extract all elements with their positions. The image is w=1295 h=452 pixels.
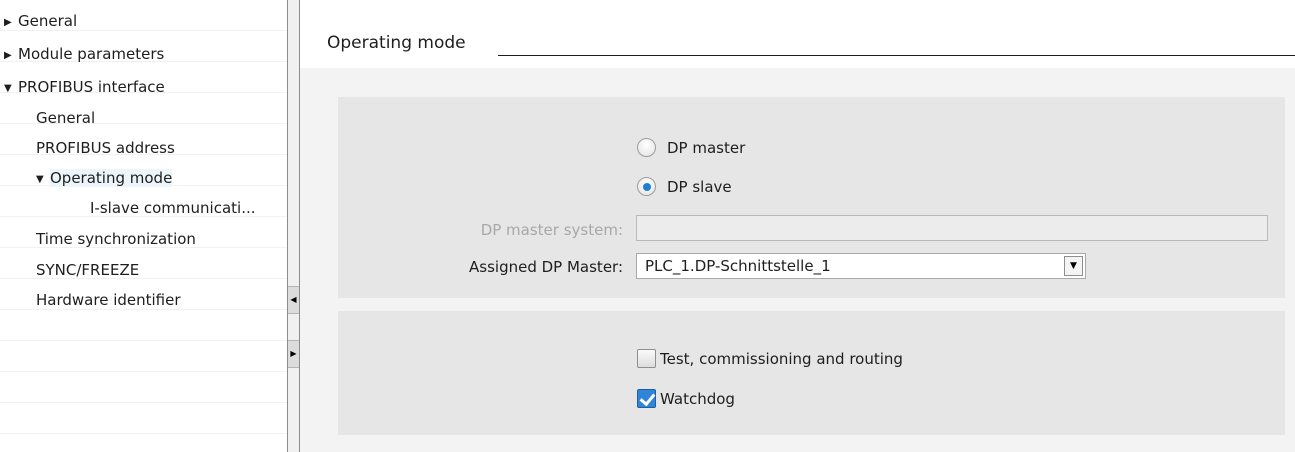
section-divider bbox=[498, 55, 1295, 56]
expand-right-icon[interactable]: ▶ bbox=[4, 42, 18, 70]
tree-item-profibus-interface[interactable]: ▼ PROFIBUS interface bbox=[4, 73, 165, 101]
tree-item-label: SYNC/FREEZE bbox=[36, 261, 140, 279]
tree-item-sync-freeze[interactable]: SYNC/FREEZE bbox=[36, 256, 139, 284]
tree-item-label: Hardware identifier bbox=[36, 291, 181, 309]
tree-item-label: I-slave communicati... bbox=[90, 199, 256, 217]
expand-right-icon[interactable]: ▶ bbox=[4, 9, 18, 37]
tree-item-label: Module parameters bbox=[18, 45, 165, 63]
tree-item-label: Operating mode bbox=[50, 169, 173, 187]
properties-window: ▶ General ▶ Module parameters ▼ PROFIBUS in… bbox=[0, 0, 1295, 452]
tree-item-time-synchronization[interactable]: Time synchronization bbox=[36, 225, 196, 253]
collapse-down-icon[interactable]: ▼ bbox=[4, 75, 18, 103]
tree-item-module-parameters[interactable]: ▶ Module parameters bbox=[4, 40, 164, 68]
dp-master-system-field bbox=[636, 215, 1268, 241]
navigation-tree: ▶ General ▶ Module parameters ▼ PROFIBUS in… bbox=[0, 0, 287, 452]
operating-mode-group: DP master DP slave DP master system: Ass… bbox=[338, 97, 1285, 298]
pane-splitter[interactable]: ◀ ▶ bbox=[287, 0, 300, 452]
tree-item-profibus-address[interactable]: PROFIBUS address bbox=[36, 134, 175, 162]
collapse-down-icon[interactable]: ▼ bbox=[36, 166, 50, 194]
tree-item-interface-general[interactable]: General bbox=[36, 104, 95, 132]
radio-unselected-icon[interactable] bbox=[637, 138, 656, 157]
tree-item-label: Time synchronization bbox=[36, 230, 196, 248]
checkbox-unchecked-icon[interactable] bbox=[637, 349, 656, 368]
options-group: Test, commissioning and routing Watchdog bbox=[338, 311, 1285, 435]
radio-selected-icon[interactable] bbox=[637, 177, 656, 196]
test-commissioning-routing-label: Test, commissioning and routing bbox=[660, 350, 903, 368]
assigned-dp-master-value: PLC_1.DP-Schnittstelle_1 bbox=[645, 257, 831, 275]
section-title: Operating mode bbox=[327, 33, 466, 53]
expand-right-icon[interactable]: ▶ bbox=[288, 340, 299, 368]
settings-pane: Operating mode DP master DP slave DP mas… bbox=[300, 0, 1295, 452]
tree-item-general[interactable]: ▶ General bbox=[4, 7, 77, 35]
section-header: Operating mode bbox=[300, 0, 1295, 68]
tree-item-label: General bbox=[36, 109, 96, 127]
tree-item-operating-mode[interactable]: ▼ Operating mode bbox=[36, 164, 173, 194]
dp-master-system-label: DP master system: bbox=[480, 221, 623, 239]
tree-item-label: General bbox=[18, 12, 78, 30]
collapse-left-icon[interactable]: ◀ bbox=[288, 286, 299, 314]
watchdog-label: Watchdog bbox=[660, 390, 735, 408]
dp-master-radio-label: DP master bbox=[667, 139, 746, 157]
checkbox-checked-icon[interactable] bbox=[637, 389, 656, 408]
assigned-dp-master-dropdown[interactable]: PLC_1.DP-Schnittstelle_1 ▼ bbox=[636, 253, 1086, 279]
tree-item-label: PROFIBUS address bbox=[36, 139, 175, 157]
assigned-dp-master-label: Assigned DP Master: bbox=[469, 258, 623, 276]
tree-item-i-slave-communication[interactable]: I-slave communicati... bbox=[90, 194, 256, 222]
tree-item-hardware-identifier[interactable]: Hardware identifier bbox=[36, 286, 181, 314]
chevron-down-icon[interactable]: ▼ bbox=[1064, 256, 1083, 276]
tree-item-label: PROFIBUS interface bbox=[18, 78, 165, 96]
dp-slave-radio-label: DP slave bbox=[667, 178, 732, 196]
